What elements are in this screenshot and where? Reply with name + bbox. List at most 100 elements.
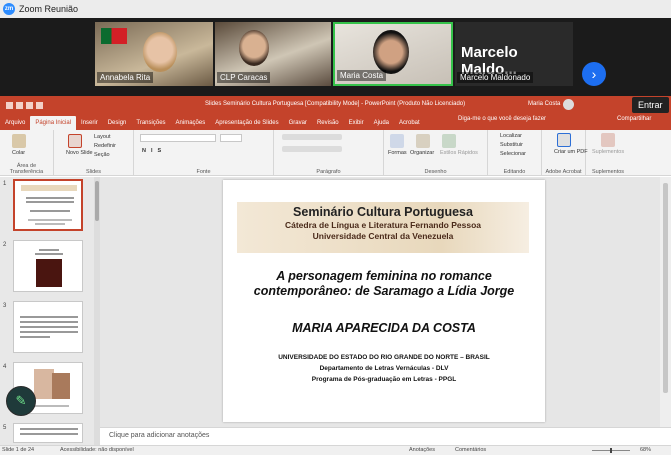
document-title: Slides Seminário Cultura Portuguesa [Com… [205,101,466,107]
thumbnail-number: 5 [3,425,7,431]
ppt-title-bar: Slides Seminário Cultura Portuguesa [Com… [0,96,671,114]
group-editing: Localizar Substituir Selecionar Editando [488,130,542,176]
zoom-title-bar: zm Zoom Reunião [0,0,671,18]
tab-apresentacao[interactable]: Apresentação de Slides [210,116,283,130]
tab-transicoes[interactable]: Transições [131,116,170,130]
notes-pane[interactable]: Clique para adicionar anotações [100,427,671,444]
group-acrobat: Criar um PDF Adobe Acrobat [542,130,588,176]
layout-button[interactable]: Layout [94,134,111,140]
participant-tile[interactable]: Annabela Rita [95,22,213,86]
zoom-level[interactable]: 68% [640,447,651,453]
slide-count: Slide 1 de 24 [2,447,35,453]
next-page-button[interactable]: › [582,62,606,86]
paste-button[interactable]: Colar [12,150,25,156]
participant-name: CLP Caracas [217,72,271,83]
present-icon[interactable] [36,101,43,109]
tab-acrobat[interactable]: Acrobat [394,116,425,130]
participant-tile[interactable]: Marcelo Maldo... Marcelo Maldonado [455,22,573,86]
new-slide-icon[interactable] [68,134,82,148]
annotate-button[interactable]: ✎ [6,386,36,416]
status-bar: Slide 1 de 24 Acessibilidade: não dispon… [0,445,671,455]
slide-institution-3: Programa de Pós-graduação em Letras - PP… [311,376,457,383]
slide-heading-line-2: contemporâneo: de Saramago a Lídia Jorge [253,284,515,298]
new-slide-button[interactable]: Novo Slide [66,150,93,156]
quick-access-toolbar [6,101,43,109]
quick-styles-button[interactable]: Estilos Rápidos [440,150,478,156]
section-button[interactable]: Seção [94,152,110,158]
find-button[interactable]: Localizar [500,133,522,139]
tab-inserir[interactable]: Inserir [76,116,103,130]
save-icon[interactable] [6,101,13,109]
tab-revisao[interactable]: Revisão [312,116,344,130]
thumbnail-slide-5[interactable] [13,423,83,443]
font-family-select[interactable] [140,134,216,142]
comments-toggle[interactable]: Comentários [455,447,486,453]
slide-subtitle-1: Cátedra de Língua e Literatura Fernando … [284,220,482,230]
group-clipboard: Colar Área de Transferência [0,130,54,176]
reset-button[interactable]: Redefinir [94,143,116,149]
arrange-button[interactable]: Organizar [410,150,434,156]
pdf-icon[interactable] [557,133,571,147]
accessibility-status[interactable]: Acessibilidade: não disponível [60,447,134,453]
group-label: Editando [503,169,526,175]
slide-author: MARIA APARECIDA DA COSTA [292,321,476,335]
participant-video [143,32,177,72]
tab-gravar[interactable]: Gravar [284,116,312,130]
addins-button[interactable]: Suplementos [592,149,624,155]
replace-button[interactable]: Substituir [500,142,523,148]
group-label: Fonte [196,169,211,175]
thumbnail-number: 1 [3,181,7,187]
slide-title: Seminário Cultura Portuguesa [293,205,473,219]
shapes-icon[interactable] [390,134,404,148]
arrange-icon[interactable] [416,134,430,148]
participant-video [239,30,269,66]
canvas-scrollbar[interactable] [660,177,671,427]
group-label: Área de Transferência [9,163,44,175]
notes-placeholder: Clique para adicionar anotações [109,432,210,439]
tab-pagina-inicial[interactable]: Página Inicial [30,116,77,130]
thumbnail-number: 3 [3,303,7,309]
tab-design[interactable]: Design [103,116,132,130]
quick-styles-icon[interactable] [442,134,456,148]
thumbnail-slide-3[interactable] [13,301,83,353]
tell-me-search[interactable]: Diga-me o que você deseja fazer [458,116,546,122]
undo-icon[interactable] [16,101,23,109]
share-button[interactable]: Compartilhar [617,116,651,122]
paste-icon[interactable] [12,134,26,148]
redo-icon[interactable] [26,101,33,109]
group-label: Adobe Acrobat [545,169,582,175]
group-label: Suplementos [591,169,625,175]
ribbon-tabs: Arquivo Página Inicial Inserir Design Tr… [0,114,671,130]
slide-heading-line-1: A personagem feminina no romance [276,269,492,283]
avatar[interactable] [563,99,574,110]
select-button[interactable]: Selecionar [500,151,526,157]
tab-ajuda[interactable]: Ajuda [369,116,394,130]
align-icons[interactable] [282,146,342,152]
participant-tile-active-speaker[interactable]: Maria Costa [333,22,453,86]
zoom-slider[interactable] [592,448,630,453]
ribbon: Colar Área de Transferência Novo Slide L… [0,130,671,176]
participant-gallery: Annabela Rita CLP Caracas Maria Costa Ma… [0,18,671,90]
notes-toggle[interactable]: Anotações [409,447,435,453]
current-slide[interactable]: Seminário Cultura Portuguesa Cátedra de … [223,180,545,422]
group-drawing: Formas Organizar Estilos Rápidos Desenho [384,130,488,176]
thumbnail-slide-2[interactable] [13,240,83,292]
font-size-select[interactable] [220,134,242,142]
pencil-icon: ✎ [15,393,27,408]
entrar-button[interactable]: Entrar [632,97,669,113]
create-pdf-button[interactable]: Criar um PDF [554,149,588,155]
group-label: Desenho [424,169,447,175]
tab-exibir[interactable]: Exibir [344,116,369,130]
participant-tile[interactable]: CLP Caracas [215,22,331,86]
addins-icon[interactable] [601,133,615,147]
shapes-button[interactable]: Formas [388,150,407,156]
tab-arquivo[interactable]: Arquivo [0,116,30,130]
list-icons[interactable] [282,134,342,140]
participant-name: Maria Costa [337,70,387,81]
slide-institution-2: Departamento de Letras Vernáculas - DLV [319,365,449,372]
tab-animacoes[interactable]: Animações [171,116,211,130]
font-format-buttons[interactable]: NIS [142,148,166,154]
thumbnail-slide-1[interactable] [13,179,83,231]
participant-name: Marcelo Maldonado [457,72,534,83]
user-name[interactable]: Maria Costa [528,101,560,107]
